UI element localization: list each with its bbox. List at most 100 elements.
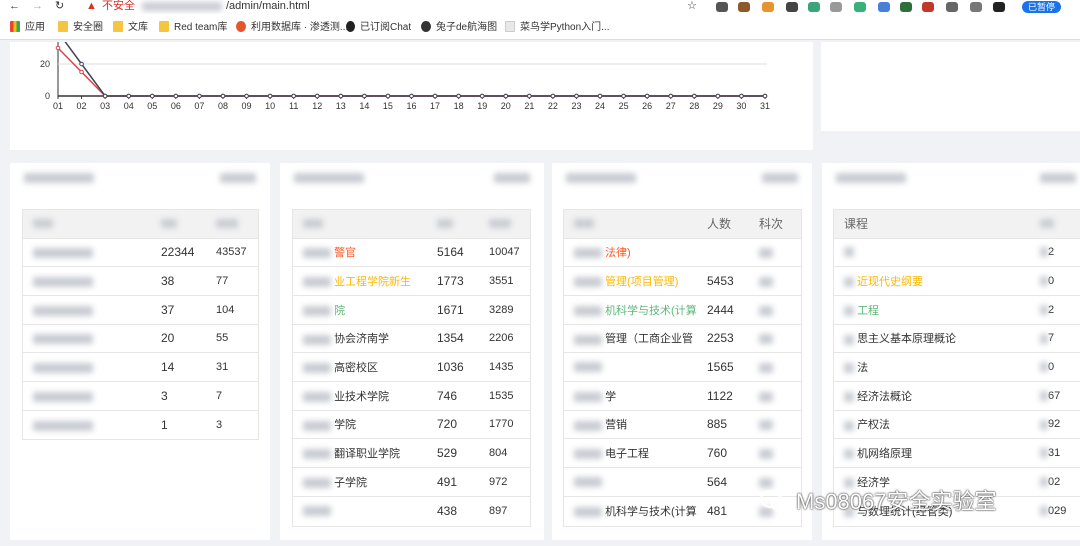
redacted-text: [303, 248, 331, 259]
security-label[interactable]: 不安全: [102, 0, 135, 12]
card-more-link[interactable]: [220, 173, 256, 183]
data-point: [244, 93, 249, 99]
row-total: [749, 323, 801, 353]
data-point: [314, 93, 320, 99]
row-count: 746: [427, 380, 479, 411]
address-bar[interactable]: ← → ↻ ▲ 不安全 /admin/main.html ☆ 已暂停: [0, 0, 1080, 14]
row-name: 经济法概论: [834, 380, 1030, 411]
x-tick-label: 24: [595, 101, 605, 111]
extension-icon[interactable]: [946, 2, 958, 12]
table-row: 子学院 491 972: [293, 467, 530, 497]
row-name: 学院: [293, 409, 427, 439]
extension-icon[interactable]: [900, 2, 912, 12]
bookmark-link[interactable]: 兔子de航海图: [421, 21, 497, 34]
bookmark-link[interactable]: 利用数据库 · 渗透测...: [236, 21, 348, 34]
x-tick-label: 14: [359, 101, 369, 111]
extension-icon[interactable]: [716, 2, 728, 12]
x-tick-label: 22: [548, 101, 558, 111]
table-row: 法律): [564, 237, 801, 267]
column-header: [206, 210, 258, 238]
redacted-text: [759, 362, 773, 373]
extension-icon[interactable]: [993, 2, 1005, 12]
extension-icon[interactable]: [878, 2, 890, 12]
bookmark-folder[interactable]: Red team库: [159, 21, 227, 34]
card-more-link[interactable]: [1040, 173, 1076, 183]
row-name: [23, 409, 151, 439]
table-row: 近现代史纲要 0: [834, 266, 1080, 296]
extension-icon[interactable]: [808, 2, 820, 12]
data-point: [385, 93, 391, 99]
redacted-text: [574, 476, 602, 487]
row-count: 438: [427, 495, 479, 525]
card-more-link[interactable]: [494, 173, 530, 183]
redacted-text: [1040, 276, 1048, 287]
card-title: [24, 173, 94, 183]
data-point: [102, 93, 108, 99]
row-total: [749, 409, 801, 439]
x-tick-label: 18: [454, 101, 464, 111]
extension-icon[interactable]: [922, 2, 934, 12]
redacted-text: [33, 420, 93, 431]
table-row: 工程 2: [834, 294, 1080, 325]
bookmarks-bar: 应用 安全圈 文库 Red team库 利用数据库 · 渗透测... 已订阅Ch…: [0, 14, 1080, 40]
back-icon[interactable]: ←: [9, 0, 20, 12]
data-point: [291, 93, 296, 99]
table-row: 电子工程 760: [564, 438, 801, 468]
redacted-text: [574, 420, 602, 431]
x-tick-label: 20: [501, 101, 511, 111]
redacted-text: [1040, 362, 1048, 373]
table-row: 38 77: [23, 266, 258, 296]
paused-profile-button[interactable]: 已暂停: [1022, 1, 1062, 13]
x-tick-label: 25: [619, 101, 629, 111]
table-row: 13: [23, 409, 258, 439]
row-count: 2253: [697, 323, 749, 353]
row-count: 31: [1030, 438, 1080, 468]
row-count: 760: [697, 438, 749, 468]
data-point: [762, 93, 768, 99]
extension-icon[interactable]: [786, 2, 798, 12]
site-icon: [421, 21, 431, 32]
forward-icon[interactable]: →: [32, 0, 43, 12]
table-row: 院 1671 3289: [293, 294, 530, 325]
row-total: 972: [479, 467, 530, 497]
bookmark-folder[interactable]: 文库: [113, 21, 148, 34]
x-tick-label: 29: [713, 101, 723, 111]
extension-icon[interactable]: [970, 2, 982, 12]
row-name: 业技术学院: [293, 380, 427, 411]
data-point: [197, 93, 202, 99]
table-row: 产权法 92: [834, 409, 1080, 439]
reload-icon[interactable]: ↻: [55, 0, 64, 12]
bookmark-link[interactable]: 已订阅Chat: [346, 21, 411, 34]
x-tick-label: 19: [477, 101, 487, 111]
bookmark-link[interactable]: 菜鸟学Python入门...: [505, 21, 609, 34]
extension-icon[interactable]: [738, 2, 750, 12]
redacted-text: [844, 247, 854, 258]
row-name: 高密校区: [293, 352, 427, 382]
url-path[interactable]: /admin/main.html: [226, 0, 310, 12]
row-count: 67: [1030, 380, 1080, 411]
column-header: [23, 210, 151, 238]
row-total: 3: [206, 409, 258, 439]
url-host: [142, 2, 222, 11]
row-name: 协会济南学: [293, 323, 427, 353]
column-header: [1030, 210, 1080, 238]
star-icon[interactable]: ☆: [687, 0, 697, 12]
extension-icon[interactable]: [762, 2, 774, 12]
extension-icon[interactable]: [830, 2, 842, 12]
row-name: [23, 380, 151, 411]
data-point: [126, 93, 131, 99]
row-count: 5164: [427, 237, 479, 267]
redacted-text: [844, 363, 854, 374]
table-row: 机科学与技术(计算 2444: [564, 294, 801, 325]
column-header: 科次: [749, 210, 801, 238]
column-header: [427, 210, 479, 238]
extension-icon[interactable]: [854, 2, 866, 12]
data-point: [574, 93, 579, 99]
x-tick-label: 08: [218, 101, 228, 111]
card-more-link[interactable]: [762, 173, 798, 183]
row-name: 法律): [564, 237, 697, 267]
row-count: 5453: [697, 266, 749, 296]
bookmark-apps[interactable]: 应用: [10, 21, 45, 34]
x-tick-label: 28: [689, 101, 699, 111]
bookmark-folder[interactable]: 安全圈: [58, 21, 103, 34]
